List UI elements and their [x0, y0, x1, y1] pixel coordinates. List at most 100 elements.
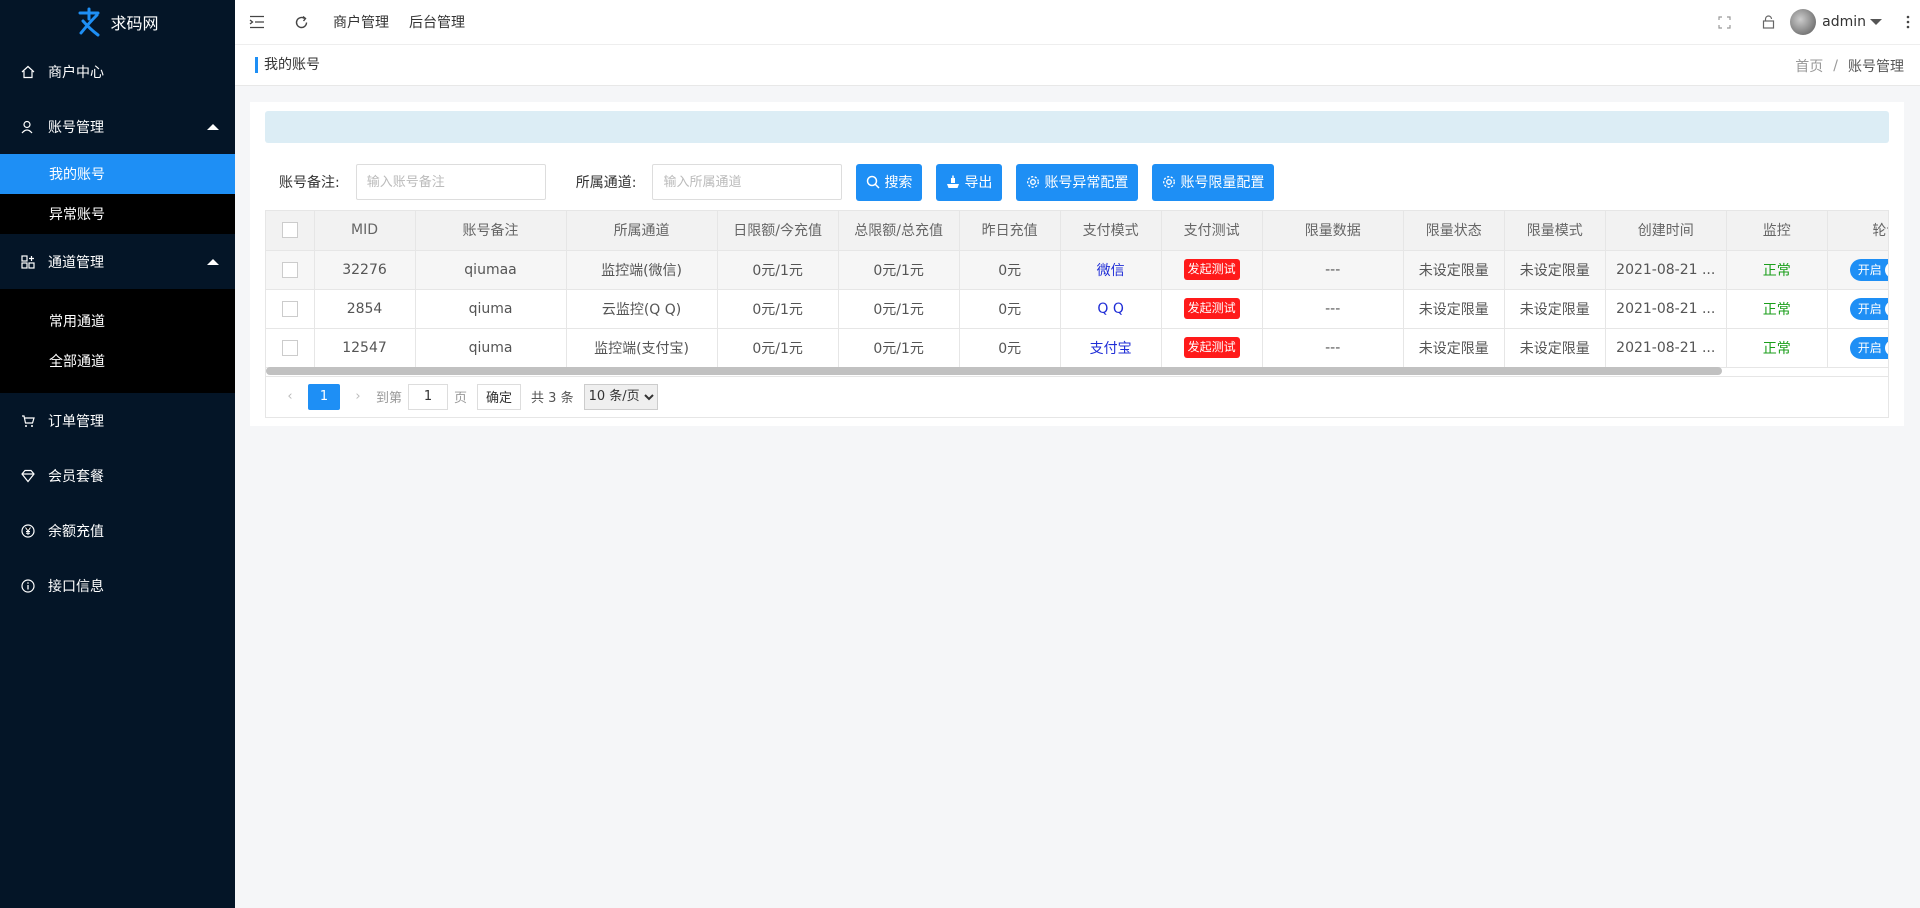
nav-merchant-management[interactable]: 商户管理 — [323, 12, 399, 32]
limit-mode-cell: 未设定限量 — [1504, 250, 1606, 290]
sidebar-item-orders[interactable]: 订单管理 — [0, 393, 235, 448]
poll-toggle[interactable]: 开启 — [1849, 336, 1888, 359]
pay-mode-link[interactable]: Q Q — [1097, 301, 1124, 317]
breadcrumb-separator: / — [1833, 58, 1838, 74]
poll-cell: 开启 — [1827, 289, 1888, 329]
logo[interactable]: 求码网 — [0, 0, 235, 44]
lock-icon[interactable] — [1746, 0, 1790, 44]
main-panel: 账号备注: 所属通道: 搜索 导出 账号异常配置 账号限量配置 — [250, 102, 1904, 426]
breadcrumb-home[interactable]: 首页 — [1795, 56, 1823, 76]
pagination: ‹ 1 › 到第 页 确定 共 3 条 10 条/页 — [266, 376, 1888, 416]
daily-limit-cell: 0元/1元 — [717, 328, 839, 368]
monitor-cell: 正常 — [1726, 250, 1828, 290]
page-jump-input[interactable] — [408, 383, 449, 410]
sidebar-item-membership[interactable]: 会员套餐 — [0, 448, 235, 503]
table-row: 12547 qiuma 监控端(支付宝) 0元/1元 0元/1元 0元 支付宝 … — [266, 328, 1888, 368]
user-icon — [20, 119, 36, 135]
sidebar-item-label: 账号管理 — [48, 119, 104, 136]
channel-cell: 监控端(支付宝) — [566, 328, 718, 368]
column-header: 轮询 — [1827, 211, 1888, 251]
page-current[interactable]: 1 — [308, 383, 340, 410]
sidebar-item-label: 订单管理 — [48, 413, 104, 430]
avatar[interactable] — [1790, 9, 1817, 35]
sidebar-item-label: 通道管理 — [48, 254, 104, 271]
column-header: 总限额/总充值 — [838, 211, 960, 251]
column-header: MID — [314, 211, 416, 251]
select-all-checkbox[interactable] — [281, 222, 298, 239]
pay-test-cell: 发起测试 — [1161, 328, 1263, 368]
export-icon — [947, 175, 960, 188]
column-header: 限量数据 — [1262, 211, 1404, 251]
created-time-cell: 2021-08-21 ... — [1605, 328, 1727, 368]
user-name: admin — [1822, 14, 1866, 30]
row-checkbox[interactable] — [281, 300, 298, 317]
poll-cell: 开启 — [1827, 250, 1888, 290]
user-menu[interactable]: admin — [1822, 14, 1882, 30]
sidebar-item-merchant-center[interactable]: 商户中心 — [0, 44, 235, 99]
horizontal-scrollbar[interactable] — [266, 367, 1722, 375]
select-all-cell[interactable] — [266, 211, 315, 251]
limit-mode-cell: 未设定限量 — [1504, 289, 1606, 329]
monitor-status: 正常 — [1762, 340, 1791, 357]
row-checkbox[interactable] — [281, 339, 298, 356]
yesterday-cell: 0元 — [959, 250, 1061, 290]
row-checkbox[interactable] — [281, 261, 298, 278]
poll-toggle[interactable]: 开启 — [1849, 258, 1888, 281]
channel-submenu: 常用通道 全部通道 — [0, 289, 235, 393]
sidebar-item-recharge[interactable]: 余额充值 — [0, 503, 235, 558]
limit-data-cell: --- — [1262, 328, 1404, 368]
limit-config-button[interactable]: 账号限量配置 — [1152, 163, 1275, 201]
monitor-cell: 正常 — [1726, 328, 1828, 368]
sidebar-item-api-info[interactable]: 接口信息 — [0, 558, 235, 613]
poll-toggle[interactable]: 开启 — [1849, 297, 1888, 320]
search-icon — [867, 175, 880, 189]
export-button-label: 导出 — [964, 175, 993, 191]
sidebar-item-all-channels[interactable]: 全部通道 — [0, 341, 235, 381]
sidebar-item-common-channels[interactable]: 常用通道 — [0, 301, 235, 341]
column-header: 限量模式 — [1504, 211, 1606, 251]
remark-cell: qiumaa — [415, 250, 567, 290]
fullscreen-icon[interactable] — [1702, 0, 1746, 44]
pay-mode-link[interactable]: 支付宝 — [1090, 341, 1132, 357]
chevron-right-icon[interactable]: › — [346, 389, 370, 404]
sidebar-item-my-accounts[interactable]: 我的账号 — [0, 154, 235, 194]
row-select-cell[interactable] — [266, 328, 315, 368]
remark-label: 账号备注: — [279, 175, 340, 191]
channel-search-input[interactable] — [652, 164, 843, 200]
abnormal-config-button[interactable]: 账号异常配置 — [1016, 163, 1139, 201]
start-test-button[interactable]: 发起测试 — [1183, 298, 1240, 319]
column-header: 账号备注 — [415, 211, 567, 251]
sidebar-item-abnormal-accounts[interactable]: 异常账号 — [0, 194, 235, 234]
remark-search-input[interactable] — [355, 164, 546, 200]
poll-cell: 开启 — [1827, 328, 1888, 368]
total-limit-cell: 0元/1元 — [838, 328, 960, 368]
sidebar-item-label: 会员套餐 — [48, 468, 104, 485]
row-select-cell[interactable] — [266, 289, 315, 329]
logo-icon — [78, 7, 100, 37]
search-button[interactable]: 搜索 — [856, 163, 923, 201]
page-confirm-button[interactable]: 确定 — [477, 383, 522, 410]
pay-mode-cell: Q Q — [1060, 289, 1162, 329]
total-count: 共 3 条 — [531, 391, 574, 406]
page-size-select[interactable]: 10 条/页 — [583, 383, 658, 410]
start-test-button[interactable]: 发起测试 — [1183, 337, 1240, 358]
sidebar-item-channel-management[interactable]: 通道管理 — [0, 234, 235, 289]
row-select-cell[interactable] — [266, 250, 315, 290]
menu-fold-icon[interactable] — [235, 0, 279, 44]
grid-plus-icon — [20, 254, 36, 270]
notice-bar — [265, 111, 1889, 143]
sidebar-item-account-management[interactable]: 账号管理 — [0, 99, 235, 154]
nav-admin-management[interactable]: 后台管理 — [399, 12, 475, 32]
chevron-up-icon — [207, 123, 219, 130]
refresh-icon[interactable] — [279, 0, 323, 44]
export-button[interactable]: 导出 — [936, 163, 1003, 201]
column-header: 限量状态 — [1403, 211, 1505, 251]
more-vertical-icon[interactable] — [1896, 0, 1920, 44]
sidebar-item-label: 商户中心 — [48, 64, 104, 81]
pay-mode-link[interactable]: 微信 — [1097, 263, 1125, 279]
accounts-table-wrapper: MID 账号备注 所属通道 日限额/今充值 总限额/总充值 昨日充值 支付模式 … — [265, 210, 1889, 418]
caret-down-icon — [1870, 19, 1882, 25]
info-icon — [20, 578, 36, 594]
chevron-left-icon[interactable]: ‹ — [278, 389, 302, 404]
start-test-button[interactable]: 发起测试 — [1183, 259, 1240, 280]
